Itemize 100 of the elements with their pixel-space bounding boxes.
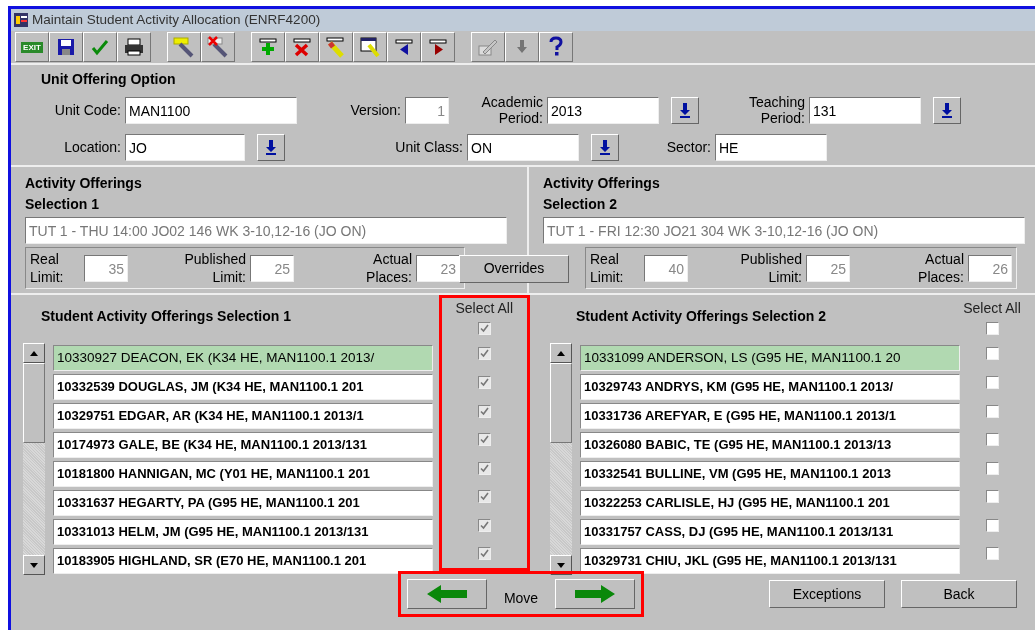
section-heading: Unit Offering Option: [41, 70, 177, 89]
list-row[interactable]: 10322253 CARLISLE, HJ (G95 HE, MAN1100.1 201: [580, 489, 960, 516]
list-of-values-button[interactable]: [257, 133, 285, 161]
field-label: Published Limit:: [739, 250, 802, 287]
checkbox[interactable]: [985, 547, 999, 561]
number-field: 23: [416, 254, 460, 282]
checkbox[interactable]: [985, 375, 999, 389]
checkbox[interactable]: [985, 461, 999, 475]
help-button[interactable]: [539, 32, 573, 62]
text-field[interactable]: 131: [809, 96, 921, 124]
checkbox[interactable]: [985, 433, 999, 447]
save-button[interactable]: [49, 32, 83, 62]
text-field[interactable]: 2013: [547, 96, 659, 124]
text-field[interactable]: HE: [715, 133, 827, 161]
checkbox[interactable]: [477, 490, 491, 504]
checkbox[interactable]: [477, 433, 491, 447]
down-arrow-icon: [265, 139, 277, 155]
checkbox[interactable]: [477, 518, 491, 532]
list-row[interactable]: 10331637 HEGARTY, PA (G95 HE, MAN1100.1 201: [53, 489, 433, 516]
move-right-button[interactable]: [555, 579, 635, 609]
list-row[interactable]: 10329731 CHIU, JKL (G95 HE, MAN1100.1 2013/131: [580, 547, 960, 574]
exceptions-button[interactable]: Exceptions: [769, 580, 885, 608]
list-of-values-button[interactable]: [591, 133, 619, 161]
question-mark-icon: [548, 36, 564, 58]
checkbox[interactable]: [477, 347, 491, 361]
number-field: 26: [968, 254, 1012, 282]
checkbox[interactable]: [985, 322, 999, 336]
down-arrow-icon: [941, 102, 953, 118]
checkbox[interactable]: [985, 404, 999, 418]
window-pencil-icon: [359, 36, 381, 58]
checkbox[interactable]: [985, 490, 999, 504]
text-field[interactable]: JO: [125, 133, 245, 161]
scrollbar[interactable]: [23, 343, 45, 575]
list-row[interactable]: 10331013 HELM, JM (G95 HE, MAN1100.1 2013/131: [53, 518, 433, 545]
select-all-label: Select All: [963, 299, 1021, 318]
list-row[interactable]: 10174973 GALE, BE (K34 HE, MAN1100.1 2013/131: [53, 431, 433, 458]
field-label: Published Limit:: [183, 250, 246, 287]
text-field[interactable]: ON: [467, 133, 579, 161]
scrollbar[interactable]: [550, 343, 572, 575]
list-row[interactable]: 10331757 CASS, DJ (G95 HE, MAN1100.1 2013/131: [580, 518, 960, 545]
previous-block-button[interactable]: [387, 32, 421, 62]
section-subheading: Selection 1: [25, 195, 100, 214]
duplicate-record-button[interactable]: [319, 32, 353, 62]
next-block-button[interactable]: [421, 32, 455, 62]
list-row[interactable]: 10330927 DEACON, EK (K34 HE, MAN1100.1 2013/: [53, 344, 433, 371]
plus-icon: [258, 37, 278, 57]
field-label: Actual Places:: [917, 250, 964, 287]
checkmark-icon: [90, 37, 110, 57]
number-field: 25: [250, 254, 294, 282]
field-label: Real Limit:: [30, 250, 65, 287]
accept-button[interactable]: [83, 32, 117, 62]
move-left-button[interactable]: [407, 579, 487, 609]
overrides-button[interactable]: Overrides: [459, 254, 569, 283]
list-row[interactable]: 10332539 DOUGLAS, JM (K34 HE, MAN1100.1 201: [53, 373, 433, 400]
checkbox[interactable]: [477, 547, 491, 561]
right-triangle-icon: [428, 37, 448, 57]
form-button[interactable]: [353, 32, 387, 62]
list-row[interactable]: 10183905 HIGHLAND, SR (E70 HE, MAN1100.1 201: [53, 547, 433, 574]
list-row[interactable]: 10326080 BABIC, TE (G95 HE, MAN1100.1 2013/13: [580, 431, 960, 458]
list-row[interactable]: 10181800 HANNIGAN, MC (Y01 HE, MAN1100.1 201: [53, 460, 433, 487]
app-icon: [13, 12, 29, 28]
list-row[interactable]: 10329743 ANDRYS, KM (G95 HE, MAN1100.1 2013/: [580, 373, 960, 400]
cancel-query-button[interactable]: [201, 32, 235, 62]
down-arrow-icon: [679, 102, 691, 118]
text-field[interactable]: MAN1100: [125, 96, 297, 124]
exit-button[interactable]: EXIT: [15, 32, 49, 62]
field-label: Unit Class:: [394, 138, 463, 156]
list-row[interactable]: 10331099 ANDERSON, LS (G95 HE, MAN1100.1 20: [580, 344, 960, 371]
select-all-label: Select All: [455, 299, 514, 318]
back-button[interactable]: Back: [901, 580, 1017, 608]
insert-record-button[interactable]: [251, 32, 285, 62]
description-field[interactable]: TUT 1 - THU 14:00 JO02 146 WK 3-10,12-16 (JO ON): [25, 217, 507, 244]
field-label: Unit Code:: [53, 101, 121, 119]
checkbox[interactable]: [477, 375, 491, 389]
up-arrow-icon: [30, 350, 38, 356]
field-label: Version:: [349, 101, 401, 119]
list-row[interactable]: 10332541 BULLINE, VM (G95 HE, MAN1100.1 2013: [580, 460, 960, 487]
section-subheading: Selection 2: [543, 195, 618, 214]
right-arrow-icon: [575, 585, 615, 603]
delete-record-button[interactable]: [285, 32, 319, 62]
checkbox[interactable]: [477, 461, 491, 475]
print-button[interactable]: [117, 32, 151, 62]
checkbox[interactable]: [985, 347, 999, 361]
list-row[interactable]: 10331736 AREFYAR, E (G95 HE, MAN1100.1 2013/1: [580, 402, 960, 429]
number-field: 35: [84, 254, 128, 282]
down-arrow-icon: [599, 139, 611, 155]
section-heading: Activity Offerings: [25, 174, 143, 193]
list-heading: Student Activity Offerings Selection 2: [575, 307, 827, 326]
printer-icon: [123, 37, 145, 57]
down-arrow-icon: [30, 562, 38, 568]
list-of-values-button[interactable]: [933, 96, 961, 124]
checkbox[interactable]: [985, 518, 999, 532]
field-label: Sector:: [665, 138, 711, 156]
description-field[interactable]: TUT 1 - FRI 12:30 JO21 304 WK 3-10,12-16 (JO ON): [543, 217, 1025, 244]
enter-query-button[interactable]: [167, 32, 201, 62]
list-of-values-button[interactable]: [671, 96, 699, 124]
section-heading: Activity Offerings: [543, 174, 661, 193]
window-title: Maintain Student Activity Allocation (ENRF4200): [32, 10, 321, 29]
list-row[interactable]: 10329751 EDGAR, AR (K34 HE, MAN1100.1 2013/1: [53, 402, 433, 429]
checkbox[interactable]: [477, 404, 491, 418]
